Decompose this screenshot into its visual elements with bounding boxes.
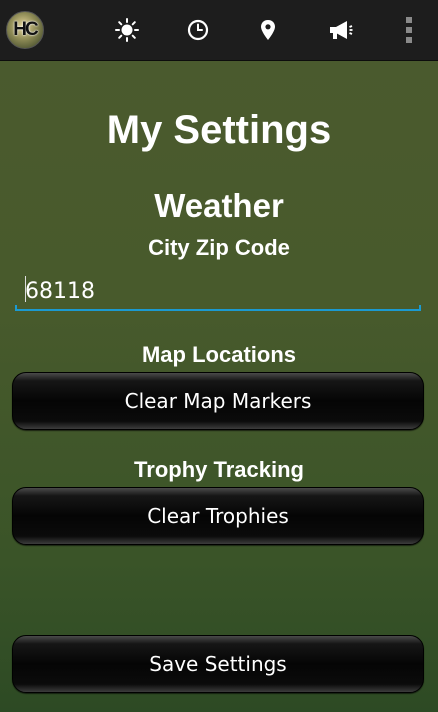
megaphone-icon[interactable] [325, 15, 355, 45]
clear-map-markers-button[interactable]: Clear Map Markers [12, 372, 424, 430]
clear-map-markers-label: Clear Map Markers [124, 389, 312, 413]
zip-code-field[interactable] [15, 272, 425, 314]
app-logo[interactable]: HC [6, 11, 44, 49]
zip-code-input[interactable] [15, 272, 425, 310]
text-cursor [25, 276, 26, 302]
clear-trophies-label: Clear Trophies [147, 504, 289, 528]
zip-field-underline [15, 309, 421, 311]
map-locations-heading: Map Locations [141, 342, 296, 367]
location-pin-icon[interactable] [253, 15, 283, 45]
overflow-menu-icon[interactable] [396, 15, 426, 45]
clock-icon[interactable] [183, 15, 213, 45]
trophy-tracking-heading: Trophy Tracking [134, 457, 304, 482]
save-settings-button[interactable]: Save Settings [12, 635, 424, 693]
weather-heading: Weather [154, 187, 284, 224]
app-logo-text: HC [13, 19, 38, 40]
save-settings-label: Save Settings [149, 652, 287, 676]
zip-field-right-tick [419, 305, 421, 310]
zip-code-label: City Zip Code [148, 235, 290, 260]
sun-icon[interactable] [112, 15, 142, 45]
page-title: My Settings [106, 108, 332, 152]
action-bar: HC [0, 0, 438, 61]
zip-field-left-tick [15, 305, 17, 310]
clear-trophies-button[interactable]: Clear Trophies [12, 487, 424, 545]
